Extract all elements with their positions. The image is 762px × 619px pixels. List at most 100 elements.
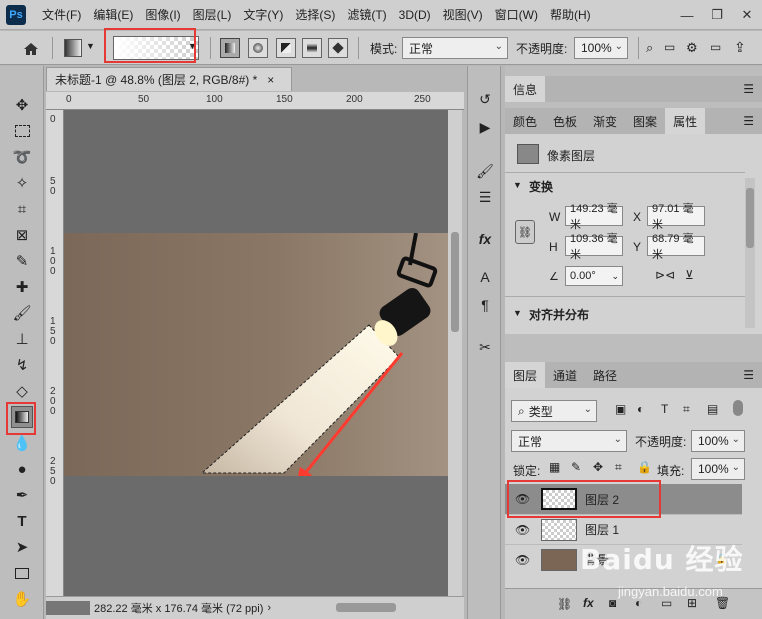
paragraph-panel-icon[interactable]: ¶: [474, 294, 496, 316]
filter-smart-object-icon[interactable]: ▤: [707, 402, 718, 416]
workspace-icon[interactable]: ▭: [664, 40, 675, 54]
reflected-gradient-button[interactable]: [302, 38, 322, 58]
pen-tool-icon[interactable]: ✒: [11, 484, 33, 506]
eyedropper-tool-icon[interactable]: ✎: [11, 250, 33, 272]
y-field[interactable]: 68.79 毫米: [647, 233, 705, 261]
history-brush-tool-icon[interactable]: ↯: [11, 354, 33, 376]
menu-help[interactable]: 帮助(H): [544, 6, 597, 23]
menu-edit[interactable]: 编辑(E): [87, 6, 139, 23]
styles-panel-icon[interactable]: fx: [474, 228, 496, 250]
magic-wand-tool-icon[interactable]: ✧: [11, 172, 33, 194]
menu-image[interactable]: 图像(I): [139, 6, 186, 23]
tab-info[interactable]: 信息: [505, 76, 546, 102]
filter-shape-icon[interactable]: ⌗: [683, 402, 690, 417]
healing-brush-tool-icon[interactable]: ✚: [11, 276, 33, 298]
horizontal-scroll-thumb[interactable]: [336, 603, 396, 612]
zoom-level-box[interactable]: [46, 601, 90, 615]
brush-settings-icon[interactable]: 🖌: [474, 160, 496, 182]
menu-type[interactable]: 文字(Y): [237, 6, 289, 23]
menu-file[interactable]: 文件(F): [36, 6, 87, 23]
x-field[interactable]: 97.01 毫米: [647, 203, 705, 231]
tab-gradients[interactable]: 渐变: [585, 108, 625, 134]
layer-filter-select[interactable]: ⌕ 类型 ⌄: [511, 400, 597, 422]
angle-gradient-button[interactable]: [276, 38, 296, 58]
flip-horizontal-icon[interactable]: ⊳⊲: [655, 268, 675, 282]
angle-field[interactable]: 0.00° ⌄: [565, 266, 623, 286]
rectangle-tool-icon[interactable]: [11, 562, 33, 584]
menu-filter[interactable]: 滤镜(T): [341, 6, 392, 23]
diamond-gradient-button[interactable]: [328, 38, 348, 58]
home-icon[interactable]: [20, 38, 42, 60]
close-button[interactable]: ✕: [732, 0, 762, 30]
gradient-tool-preset-icon[interactable]: [64, 39, 82, 57]
linear-gradient-button[interactable]: [220, 38, 240, 58]
link-layers-icon[interactable]: ⛓: [557, 597, 572, 611]
close-tab-icon[interactable]: ×: [267, 73, 274, 87]
height-field[interactable]: 109.36 毫米: [565, 233, 623, 261]
menu-layer[interactable]: 图层(L): [187, 6, 238, 23]
share-icon[interactable]: ⇪: [734, 39, 746, 56]
status-arrow-icon[interactable]: ›: [267, 602, 271, 614]
properties-scrollbar[interactable]: [745, 178, 755, 328]
tool-presets-icon[interactable]: ✂: [474, 336, 496, 358]
vertical-scroll-thumb[interactable]: [451, 232, 459, 332]
lock-artboard-icon[interactable]: ⌗: [615, 460, 622, 475]
fill-input[interactable]: 100% ⌄: [691, 458, 745, 480]
chevron-down-icon[interactable]: ▼: [513, 308, 522, 318]
clone-stamp-tool-icon[interactable]: ⊥: [11, 328, 33, 350]
lasso-tool-icon[interactable]: ➰: [11, 146, 33, 168]
eye-icon[interactable]: 👁: [515, 523, 531, 537]
menu-select[interactable]: 选择(S): [289, 6, 341, 23]
panel-menu-icon[interactable]: ☰: [743, 114, 754, 128]
panel-menu-icon[interactable]: ☰: [743, 82, 754, 96]
marquee-tool-icon[interactable]: [11, 120, 33, 142]
document-tab[interactable]: 未标题-1 @ 48.8% (图层 2, RGB/8#) * ×: [46, 67, 292, 91]
vertical-scrollbar[interactable]: [448, 110, 462, 596]
adjustments-icon[interactable]: ☰: [474, 186, 496, 208]
history-panel-icon[interactable]: ↺: [474, 88, 496, 110]
move-tool-icon[interactable]: ✥: [11, 94, 33, 116]
character-panel-icon[interactable]: A: [474, 266, 496, 288]
tab-properties[interactable]: 属性: [665, 108, 706, 134]
restore-button[interactable]: ❐: [702, 0, 732, 30]
properties-scroll-thumb[interactable]: [746, 188, 754, 248]
filter-type-icon[interactable]: T: [661, 402, 668, 416]
tab-paths[interactable]: 路径: [585, 362, 625, 388]
menu-window[interactable]: 窗口(W): [489, 6, 544, 23]
tab-patterns[interactable]: 图案: [625, 108, 665, 134]
path-selection-tool-icon[interactable]: ➤: [11, 536, 33, 558]
search-icon[interactable]: ⌕: [646, 40, 653, 56]
menu-3d[interactable]: 3D(D): [393, 8, 437, 22]
flip-vertical-icon[interactable]: ⊻: [685, 268, 694, 282]
blend-mode-select[interactable]: 正常 ⌄: [511, 430, 627, 452]
width-field[interactable]: 149.23 毫米: [565, 203, 623, 231]
mode-select[interactable]: 正常 ⌄: [402, 37, 508, 59]
tab-layers[interactable]: 图层: [505, 362, 546, 388]
tab-channels[interactable]: 通道: [545, 362, 585, 388]
radial-gradient-button[interactable]: [248, 38, 268, 58]
opacity-input[interactable]: 100% ⌄: [574, 37, 628, 59]
lock-position-icon[interactable]: ✥: [593, 460, 603, 474]
link-icon[interactable]: ⛓: [515, 220, 535, 244]
minimize-button[interactable]: —: [672, 0, 702, 30]
filter-toggle[interactable]: [733, 400, 743, 416]
tab-swatches[interactable]: 色板: [545, 108, 585, 134]
menu-view[interactable]: 视图(V): [437, 6, 489, 23]
chevron-down-icon[interactable]: ▼: [513, 180, 522, 190]
eraser-tool-icon[interactable]: ◇: [11, 380, 33, 402]
panel-toggle-icon[interactable]: ▭: [710, 40, 721, 54]
hand-tool-icon[interactable]: ✋: [11, 588, 33, 610]
lock-image-icon[interactable]: ✎: [571, 460, 581, 474]
settings-icon[interactable]: ⚙: [686, 40, 698, 56]
dodge-tool-icon[interactable]: ●: [11, 458, 33, 480]
blur-tool-icon[interactable]: 💧: [11, 432, 33, 454]
frame-tool-icon[interactable]: ⊠: [11, 224, 33, 246]
tab-color[interactable]: 颜色: [505, 108, 545, 134]
eye-icon[interactable]: 👁: [515, 553, 531, 567]
brush-tool-icon[interactable]: 🖌: [11, 302, 33, 324]
lock-all-icon[interactable]: 🔒: [637, 460, 652, 474]
actions-panel-icon[interactable]: ▶: [474, 116, 496, 138]
layer-opacity-input[interactable]: 100% ⌄: [691, 430, 745, 452]
panel-menu-icon[interactable]: ☰: [743, 368, 754, 382]
lock-transparent-icon[interactable]: ▦: [549, 460, 560, 474]
